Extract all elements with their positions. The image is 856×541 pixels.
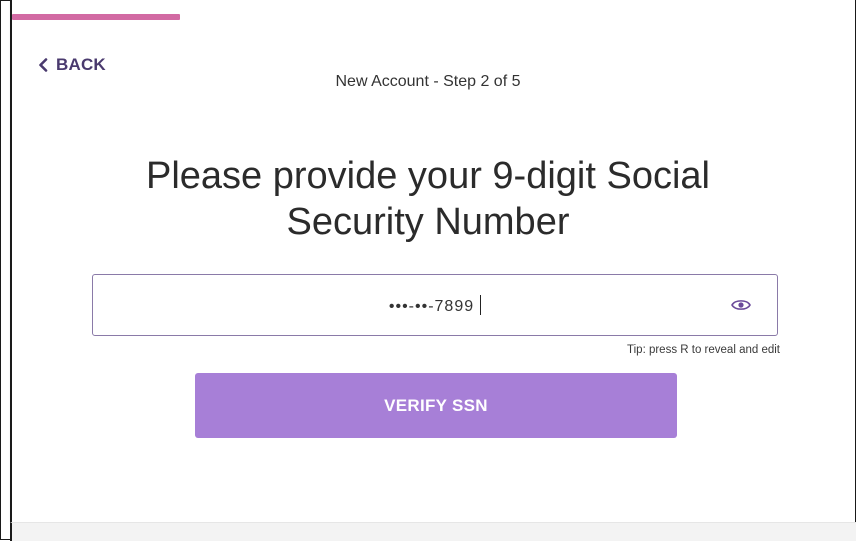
progress-bar-fill: [12, 14, 181, 20]
ssn-masked-value: •••-••-7899: [388, 298, 475, 315]
footer-strip: [10, 522, 856, 541]
text-caret: [480, 295, 482, 315]
step-indicator: New Account - Step 2 of 5: [335, 73, 521, 90]
back-button-label: BACK: [56, 55, 106, 74]
eye-icon[interactable]: [731, 297, 751, 313]
page-title: Please provide your 9-digit Social Secur…: [146, 155, 710, 244]
back-button[interactable]: BACK: [38, 55, 106, 75]
reveal-tip: Tip: press R to reveal and edit: [627, 344, 780, 356]
chevron-left-icon: [38, 58, 48, 72]
ssn-input[interactable]: •••-••-7899: [92, 274, 778, 336]
progress-bar: [12, 14, 853, 20]
verify-ssn-button[interactable]: VERIFY SSN: [195, 373, 677, 438]
